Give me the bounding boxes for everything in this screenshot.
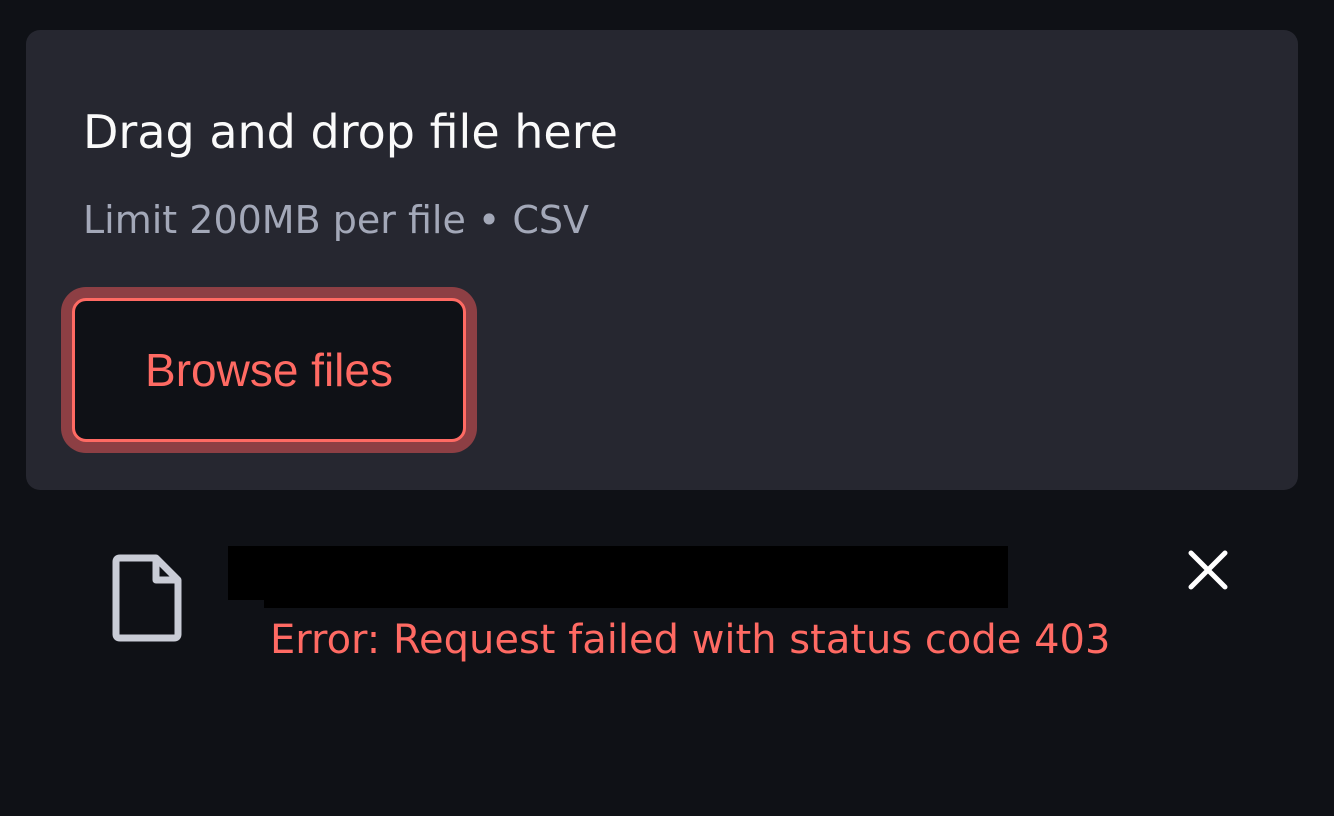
dropzone-limit-text: Limit 200MB per file • CSV <box>83 198 590 242</box>
dropzone-title: Drag and drop file here <box>83 105 618 159</box>
file-icon <box>112 554 182 642</box>
file-dropzone[interactable]: Drag and drop file here Limit 200MB per … <box>26 30 1298 490</box>
browse-files-button[interactable]: Browse files <box>72 298 466 442</box>
uploaded-file-item: Error: Request failed with status code 4… <box>0 520 1334 700</box>
remove-file-button[interactable] <box>1180 544 1236 600</box>
redacted-filename-extension <box>264 578 1008 608</box>
close-icon <box>1186 548 1230 596</box>
upload-error-message: Error: Request failed with status code 4… <box>270 617 1111 663</box>
